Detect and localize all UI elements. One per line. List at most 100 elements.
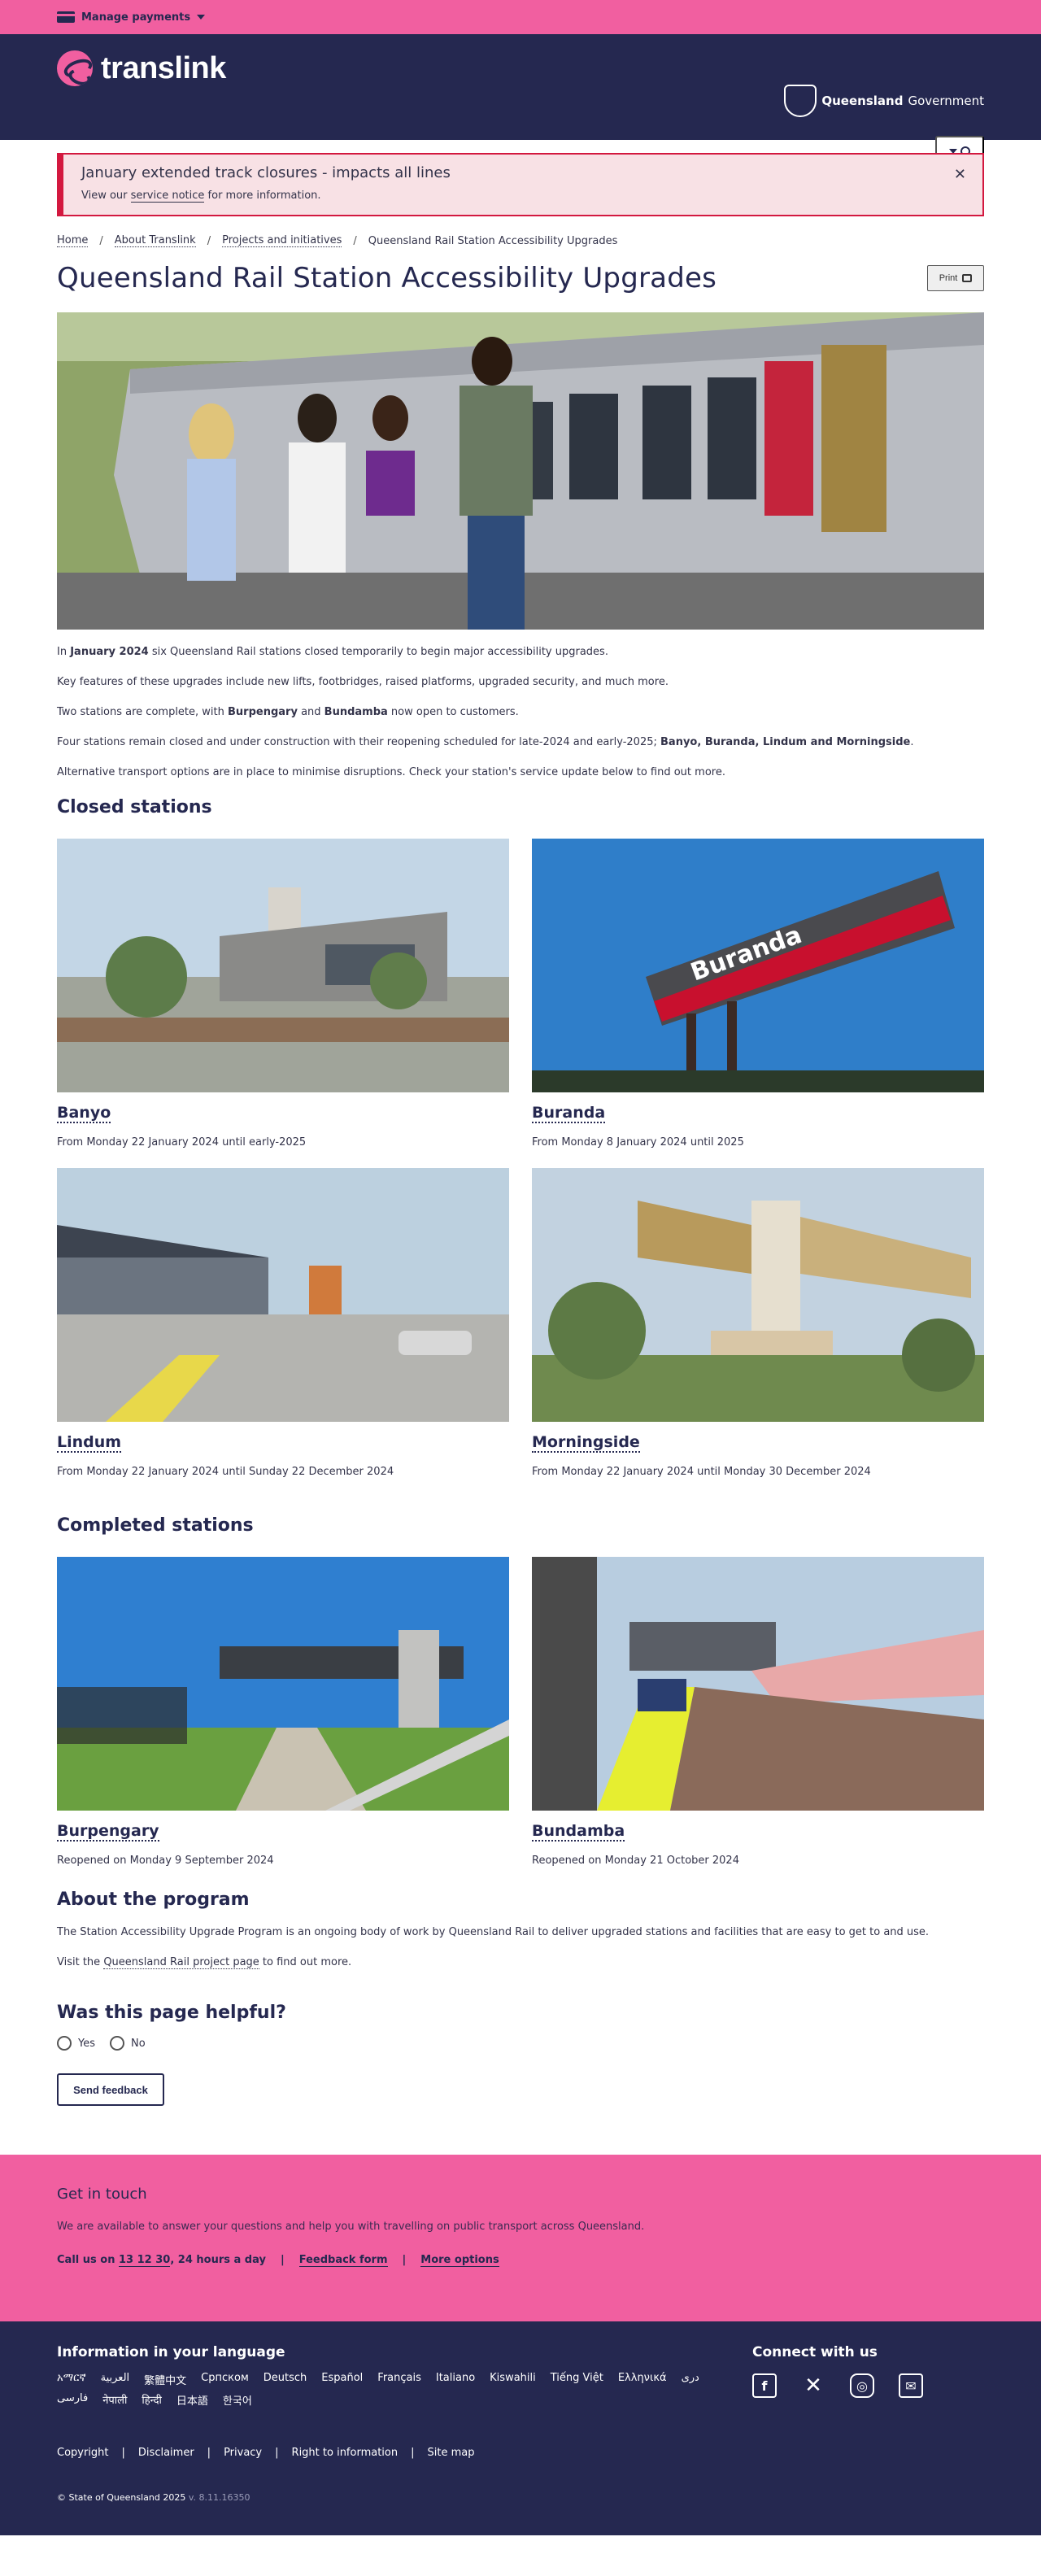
breadcrumb-projects[interactable]: Projects and initiatives bbox=[222, 234, 342, 247]
queensland-rail-project-link[interactable]: Queensland Rail project page bbox=[103, 1956, 259, 1970]
language-link[interactable]: Tiếng Việt bbox=[551, 2372, 603, 2387]
tree bbox=[370, 952, 427, 1010]
morningside-station-image bbox=[532, 1168, 984, 1423]
language-link[interactable]: 繁體中文 bbox=[144, 2372, 186, 2387]
tree bbox=[902, 1319, 975, 1393]
close-icon[interactable]: ✕ bbox=[954, 166, 966, 183]
language-link[interactable]: नेपाली bbox=[102, 2392, 127, 2408]
print-label: Print bbox=[939, 273, 958, 283]
call-us-pre: Call us on bbox=[57, 2254, 119, 2267]
banyo-illustration bbox=[57, 839, 509, 1093]
language-link[interactable]: Español bbox=[321, 2372, 363, 2387]
feedback-section: Was this page helpful? Yes No Send feedb… bbox=[57, 2003, 984, 2107]
copyright-notice: © State of Queensland 2025 v. 8.11.16350 bbox=[57, 2492, 250, 2503]
phone-link[interactable]: 13 12 30 bbox=[118, 2254, 171, 2268]
about-p2: Visit the Queensland Rail project page t… bbox=[57, 1956, 984, 1970]
station-card-morningside: Morningside From Monday 22 January 2024 … bbox=[532, 1168, 984, 1497]
intro-p3-mid: and bbox=[297, 705, 324, 718]
call-us-text: Call us on 13 12 30, 24 hours a day bbox=[57, 2254, 266, 2268]
radio-circle-icon bbox=[110, 2036, 124, 2051]
alert-banner: January extended track closures - impact… bbox=[57, 153, 984, 216]
station-link-morningside[interactable]: Morningside bbox=[532, 1433, 640, 1454]
station-link-burpengary[interactable]: Burpengary bbox=[57, 1822, 159, 1842]
language-link[interactable]: Italiano bbox=[436, 2372, 475, 2387]
intro-p1-pre: In bbox=[57, 646, 71, 658]
language-link[interactable]: فارسی bbox=[57, 2392, 88, 2408]
station-link-banyo[interactable]: Banyo bbox=[57, 1104, 111, 1124]
passenger bbox=[189, 403, 234, 465]
language-link[interactable]: 한국어 bbox=[223, 2392, 252, 2408]
breadcrumb-home[interactable]: Home bbox=[57, 234, 89, 247]
site-map-link[interactable]: Site map bbox=[428, 2447, 475, 2459]
link-separator: | bbox=[207, 2447, 211, 2460]
privacy-link[interactable]: Privacy bbox=[224, 2447, 262, 2459]
chevron-down-icon bbox=[197, 15, 206, 20]
station-link-lindum[interactable]: Lindum bbox=[57, 1433, 122, 1454]
station-card-bundamba: Bundamba Reopened on Monday 21 October 2… bbox=[532, 1557, 984, 1886]
get-in-touch-text: We are available to answer your question… bbox=[57, 2221, 645, 2234]
train bbox=[638, 1679, 686, 1712]
feedback-yes-radio[interactable]: Yes bbox=[57, 2036, 95, 2051]
completed-stations-heading: Completed stations bbox=[57, 1515, 254, 1536]
send-feedback-button[interactable]: Send feedback bbox=[57, 2073, 164, 2107]
instagram-icon[interactable]: ◎ bbox=[850, 2373, 874, 2399]
copyright-link[interactable]: Copyright bbox=[57, 2447, 109, 2459]
facebook-icon[interactable]: f bbox=[752, 2373, 777, 2399]
language-link[interactable]: አማርኛ bbox=[57, 2372, 86, 2387]
manage-payments-menu[interactable]: Manage payments bbox=[57, 11, 206, 24]
copyright-text: © State of Queensland 2025 bbox=[57, 2492, 186, 2504]
station-link-bundamba[interactable]: Bundamba bbox=[532, 1822, 625, 1842]
intro-p3-bold1: Burpengary bbox=[228, 705, 298, 718]
train-window bbox=[569, 394, 618, 499]
station-card-buranda: Buranda Buranda From Monday 8 January 20… bbox=[532, 839, 984, 1168]
language-link[interactable]: हिन्दी bbox=[142, 2392, 162, 2408]
more-options-link[interactable]: More options bbox=[420, 2254, 499, 2268]
language-link[interactable]: Deutsch bbox=[264, 2372, 307, 2387]
alert-text-post: for more information. bbox=[204, 190, 321, 202]
language-link[interactable]: العربية bbox=[101, 2372, 130, 2387]
fence bbox=[57, 1687, 187, 1745]
about-p2-post: to find out more. bbox=[259, 1956, 352, 1969]
tree bbox=[106, 936, 187, 1018]
gov-logo-bold: Queensland bbox=[821, 94, 904, 108]
feedback-form-link[interactable]: Feedback form bbox=[298, 2254, 388, 2268]
burpengary-illustration bbox=[57, 1557, 509, 1811]
footbridge bbox=[629, 1622, 776, 1672]
passenger bbox=[460, 386, 533, 516]
x-icon[interactable]: ✕ bbox=[801, 2373, 825, 2398]
link-separator: | bbox=[402, 2254, 407, 2267]
station-link-buranda[interactable]: Buranda bbox=[532, 1104, 606, 1124]
banyo-station-image bbox=[57, 839, 509, 1093]
language-link[interactable]: Ελληνικά bbox=[618, 2372, 667, 2387]
queensland-government-logo[interactable]: Queensland Government bbox=[784, 85, 984, 117]
language-link[interactable]: Français bbox=[377, 2372, 421, 2387]
breadcrumb: Home / About Translink / Projects and init… bbox=[57, 234, 984, 247]
language-link[interactable]: Српском bbox=[201, 2372, 249, 2387]
language-link[interactable]: Kiswahili bbox=[490, 2372, 536, 2387]
train-window bbox=[708, 377, 756, 499]
site-footer: Information in your language አማርኛ العربي… bbox=[0, 2321, 1041, 2536]
right-to-information-link[interactable]: Right to information bbox=[292, 2447, 399, 2459]
disclaimer-link[interactable]: Disclaimer bbox=[138, 2447, 194, 2459]
breadcrumb-about[interactable]: About Translink bbox=[114, 234, 196, 247]
train-window bbox=[642, 386, 691, 499]
language-link[interactable]: دری bbox=[682, 2372, 699, 2387]
train-livery bbox=[764, 361, 813, 516]
intro-p5: Alternative transport options are in pla… bbox=[57, 765, 725, 778]
feedback-no-radio[interactable]: No bbox=[110, 2036, 146, 2051]
language-link[interactable]: 日本語 bbox=[176, 2392, 208, 2408]
station-date-banyo: From Monday 22 January 2024 until early-… bbox=[57, 1136, 307, 1149]
closed-stations-heading: Closed stations bbox=[57, 797, 212, 818]
link-separator: | bbox=[411, 2447, 415, 2460]
queensland-crest-icon bbox=[784, 85, 817, 117]
tower bbox=[309, 1266, 342, 1315]
car bbox=[399, 1331, 472, 1356]
translink-logo[interactable]: translink bbox=[57, 50, 226, 86]
print-button[interactable]: Print bbox=[927, 265, 984, 291]
service-notice-link[interactable]: service notice bbox=[130, 190, 205, 203]
logo-text: translink bbox=[101, 50, 226, 85]
link-separator: | bbox=[280, 2254, 285, 2267]
breadcrumb-current: Queensland Rail Station Accessibility Up… bbox=[368, 234, 618, 247]
morningside-illustration bbox=[532, 1168, 984, 1423]
email-icon[interactable]: ✉ bbox=[899, 2373, 923, 2399]
